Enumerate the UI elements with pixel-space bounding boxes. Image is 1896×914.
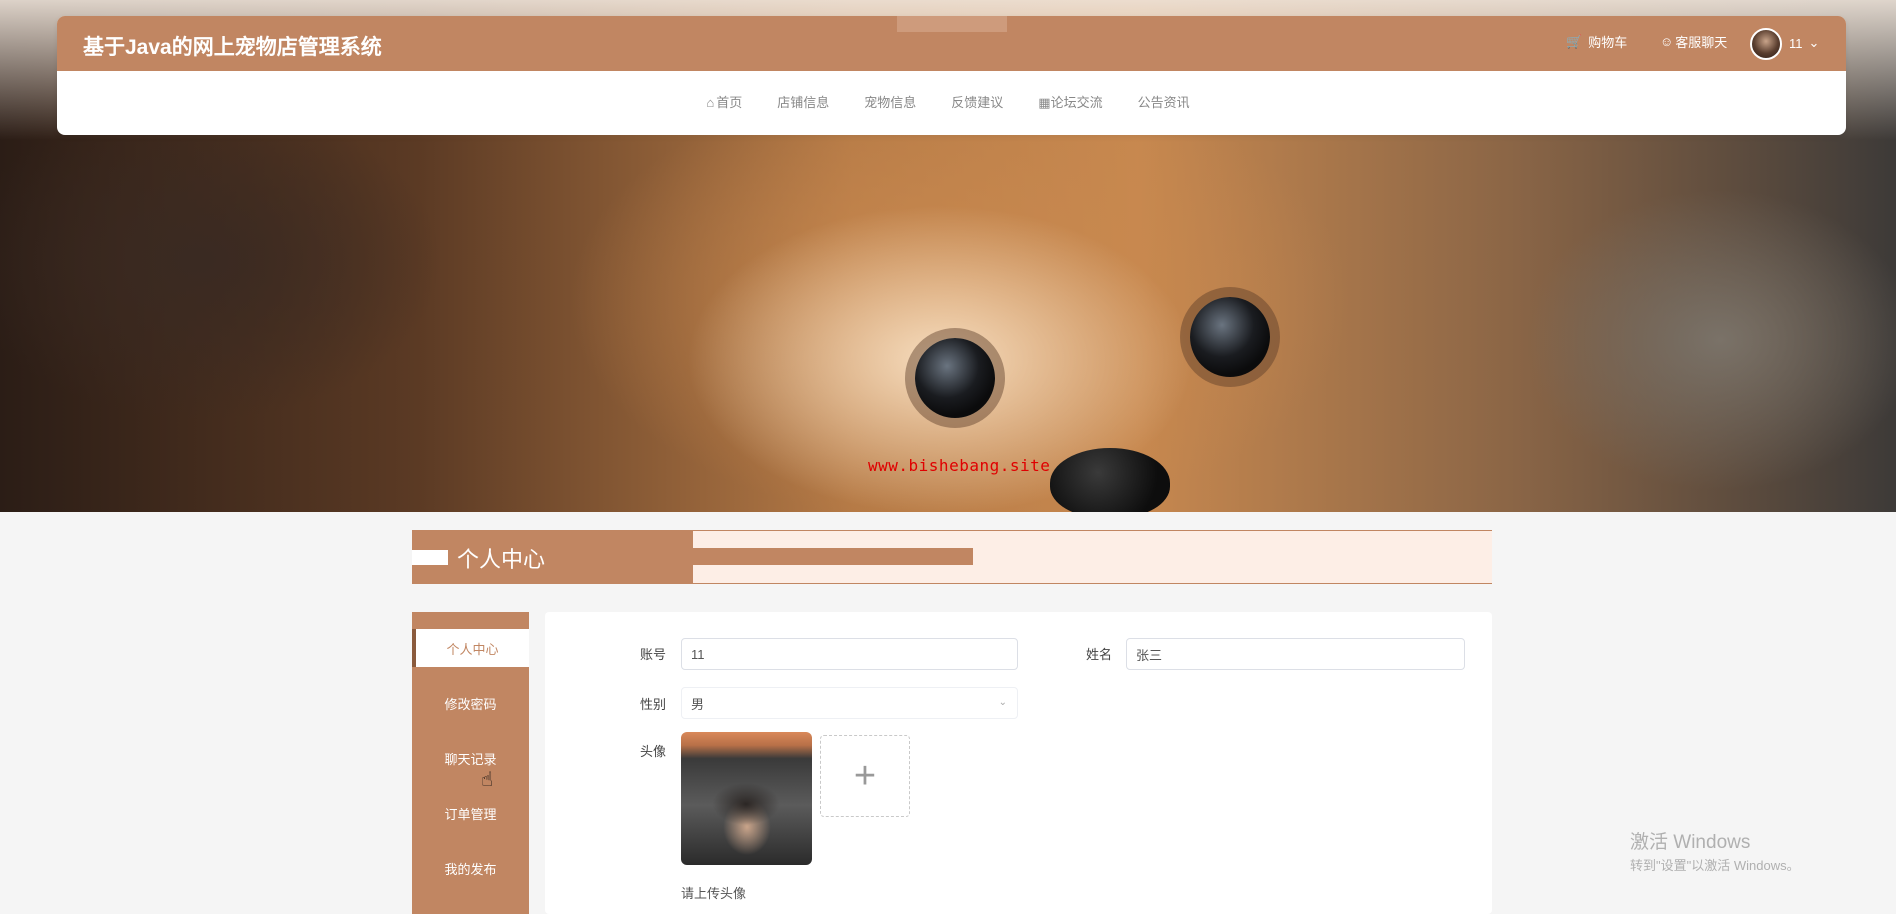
- home-icon: ⌂: [706, 95, 715, 110]
- section-notch: [412, 550, 448, 565]
- nav-item-shop[interactable]: 店铺信息: [777, 92, 829, 111]
- sidebar-item-orders[interactable]: 订单管理: [412, 794, 529, 832]
- sidebar-item-my-posts[interactable]: 我的发布: [412, 849, 529, 887]
- gender-label: 性别: [640, 697, 667, 712]
- page-title: 个人中心: [457, 547, 546, 572]
- nav-item-pets[interactable]: 宠物信息: [864, 92, 916, 111]
- account-label: 账号: [640, 647, 667, 662]
- sidebar-item-chat-history[interactable]: 聊天记录: [412, 739, 529, 777]
- hand-cursor-icon: ☝: [481, 769, 494, 791]
- user-avatar[interactable]: [1750, 28, 1782, 60]
- avatar-label: 头像: [640, 744, 667, 759]
- name-field[interactable]: 张三: [1126, 638, 1465, 670]
- nav-item-forum[interactable]: ▦论坛交流: [1038, 92, 1102, 111]
- cart-label: 购物车: [1588, 35, 1628, 50]
- dog-eye-right: [1190, 297, 1270, 377]
- chat-button[interactable]: ☺ 客服聊天: [1660, 32, 1727, 51]
- site-title: 基于Java的网上宠物店管理系统: [83, 36, 382, 59]
- account-value: 11: [691, 646, 705, 662]
- header-tab-hint: [897, 16, 1007, 32]
- nav-item-home[interactable]: ⌂ 首页: [706, 92, 742, 111]
- upload-tip: 请上传头像: [681, 886, 747, 901]
- user-menu[interactable]: 11 ⌄: [1789, 35, 1819, 51]
- windows-activate-subtitle: 转到"设置"以激活 Windows。: [1630, 858, 1800, 873]
- user-name: 11: [1789, 35, 1803, 51]
- dog-eye-left: [915, 338, 995, 418]
- chat-icon: ☺: [1660, 34, 1674, 49]
- name-label: 姓名: [1086, 647, 1113, 662]
- gender-value: 男: [691, 696, 705, 712]
- plus-icon: +: [853, 755, 877, 797]
- cart-icon: 🛒: [1566, 33, 1583, 49]
- chevron-down-icon: ⌄: [998, 697, 1007, 708]
- windows-activate-title: 激活 Windows: [1630, 832, 1751, 853]
- sidebar-item-profile[interactable]: 个人中心: [412, 629, 529, 667]
- site-watermark: www.bishebang.site: [868, 456, 1051, 475]
- sidebar-item-password[interactable]: 修改密码: [412, 684, 529, 722]
- avatar-upload-button[interactable]: +: [820, 735, 910, 817]
- nav-item-news[interactable]: 公告资讯: [1138, 92, 1190, 111]
- name-value: 张三: [1136, 647, 1163, 663]
- section-stripe: [693, 548, 973, 565]
- dog-nose: [1050, 448, 1170, 512]
- nav-item-feedback[interactable]: 反馈建议: [951, 92, 1003, 111]
- gender-select[interactable]: 男 ⌄: [681, 687, 1018, 719]
- avatar-image[interactable]: [681, 732, 812, 865]
- cart-button[interactable]: 🛒 购物车: [1566, 32, 1627, 51]
- account-field[interactable]: 11: [681, 638, 1018, 670]
- main-nav: ⌂ 首页 店铺信息 宠物信息 反馈建议 ▦论坛交流 公告资讯: [0, 92, 1896, 111]
- section-title-block: [412, 530, 693, 584]
- chat-label: 客服聊天: [1675, 35, 1728, 50]
- forum-icon: ▦: [1038, 95, 1051, 110]
- chevron-down-icon: ⌄: [1808, 35, 1820, 50]
